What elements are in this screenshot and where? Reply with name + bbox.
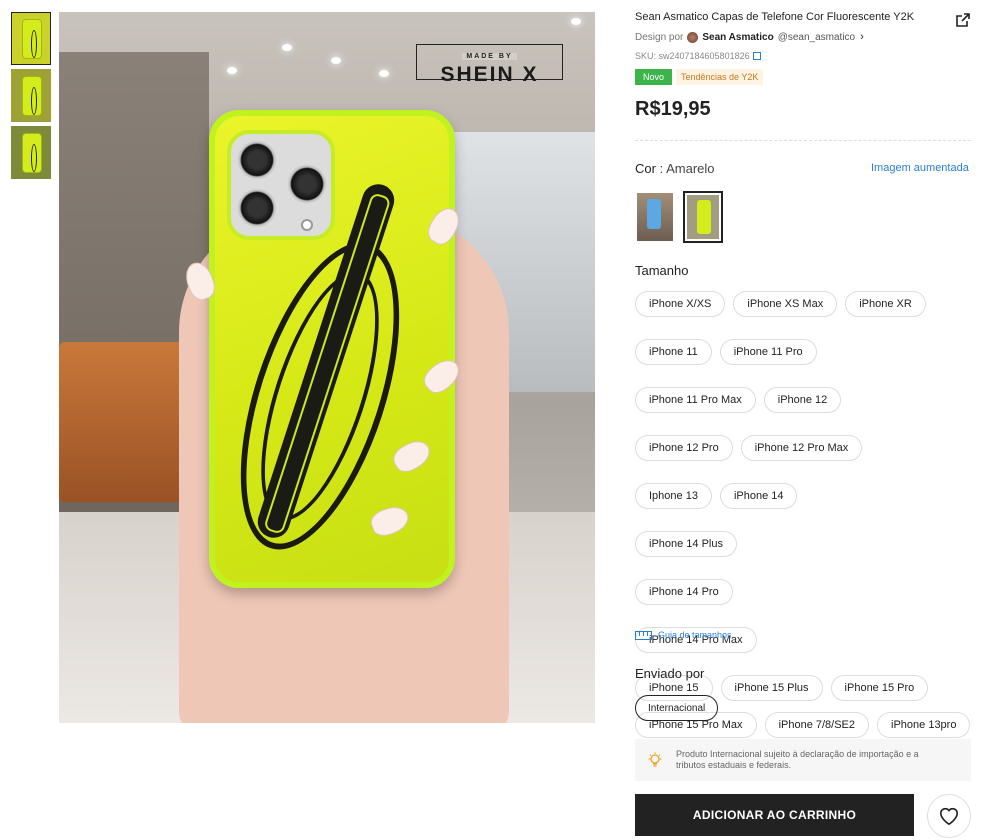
product-title: Sean Asmatico Capas de Telefone Cor Fluo… [635,11,915,23]
color-swatch-blue[interactable] [637,193,673,241]
camera-lens [237,140,277,180]
ceiling-light [331,57,341,64]
size-option-button[interactable]: iPhone 12 Pro Max [740,435,863,461]
camera-block [227,130,335,240]
size-option-button[interactable]: iPhone 14 Plus [635,531,737,557]
sku-row: SKU: sw2407184605801826 [635,51,761,61]
size-option-button[interactable]: iPhone 15 Plus [720,675,823,701]
color-label-text: Cor [635,161,656,176]
size-label: Tamanho [635,263,689,278]
price: R$19,95 [635,98,711,120]
phone-case [208,110,455,588]
camera-lens [287,164,327,204]
camera-lens [237,188,277,228]
add-to-cart-button[interactable]: ADICIONAR AO CARRINHO [635,794,914,836]
size-option-button[interactable]: iPhone X/XS [635,291,726,317]
wishlist-button[interactable] [927,794,971,838]
size-option-button[interactable]: iPhone 11 Pro [719,339,817,365]
badge-trend[interactable]: Tendências de Y2K [676,69,764,85]
share-icon[interactable] [955,12,971,28]
heart-icon [939,807,959,826]
sku-text: SKU: sw2407184605801826 [635,51,750,61]
designer-name[interactable]: Sean Asmatico [702,32,773,43]
size-option-button[interactable]: iPhone 11 Pro Max [635,387,756,413]
badge-new: Novo [635,69,673,85]
ceiling-light [379,70,389,77]
size-guide-text: Guia de tamanhos [658,630,732,640]
size-option-button[interactable]: iPhone 14 Pro [635,579,733,605]
thumbnail-image [22,76,42,116]
import-notice: Produto Internacional sujeito à declaraç… [635,739,971,781]
import-notice-text: Produto Internacional sujeito à declaraç… [676,749,919,770]
thumbnail-3[interactable] [11,126,51,179]
camera-flash [301,219,313,231]
ceiling-light [571,18,581,25]
thumbnail-image [22,19,42,59]
color-label: Cor : Amarelo [635,161,715,176]
size-option-button[interactable]: iPhone 12 Pro [635,435,733,461]
thumbnail-list [11,12,51,183]
color-value: : Amarelo [659,161,715,176]
chevron-right-icon[interactable]: › [860,31,864,43]
size-option-button[interactable]: iPhone XS Max [733,291,838,317]
divider [635,140,971,141]
ceiling-light [227,67,237,74]
designer-handle[interactable]: @sean_asmatico [778,32,855,43]
lightbulb-icon [648,752,662,767]
size-option-button[interactable]: iPhone 15 Pro [830,675,929,701]
zoom-image-link[interactable]: Imagem aumentada [871,162,969,174]
badge-row: Novo Tendências de Y2K [635,69,764,85]
brand-watermark-top: MADE BY [462,53,517,60]
designer-prefix: Design por [635,31,684,43]
size-option-button[interactable]: iPhone 13pro [877,712,971,738]
background-counter [59,342,199,502]
size-option-button[interactable]: Iphone 13 [635,483,712,509]
size-option-button[interactable]: iPhone 11 [635,339,712,365]
ruler-icon [635,630,652,640]
size-option-button[interactable]: iPhone 14 [719,483,798,509]
designer-row[interactable]: Design por Sean Asmatico @sean_asmatico … [635,31,864,43]
thumbnail-image [22,133,42,173]
size-option-button[interactable]: iPhone XR [845,291,926,317]
size-option-button[interactable]: iPhone 12 [763,387,842,413]
avatar [687,31,699,43]
brand-watermark: MADE BY SHEIN X [416,44,563,86]
size-guide-link[interactable]: Guia de tamanhos [635,630,732,640]
copy-icon[interactable] [752,52,761,60]
color-swatch-yellow-selected[interactable] [683,191,723,243]
shipping-option-button[interactable]: Internacional [635,695,719,721]
main-product-image[interactable]: MADE BY SHEIN X [59,12,595,723]
ceiling-light [282,44,292,51]
brand-watermark-main: SHEIN X [440,63,539,86]
size-option-button[interactable]: iPhone 7/8/SE2 [764,712,870,738]
shipping-label: Enviado por [635,666,705,681]
thumbnail-2[interactable] [11,69,51,122]
thumbnail-1[interactable] [11,12,51,65]
swatch-image [687,195,719,239]
